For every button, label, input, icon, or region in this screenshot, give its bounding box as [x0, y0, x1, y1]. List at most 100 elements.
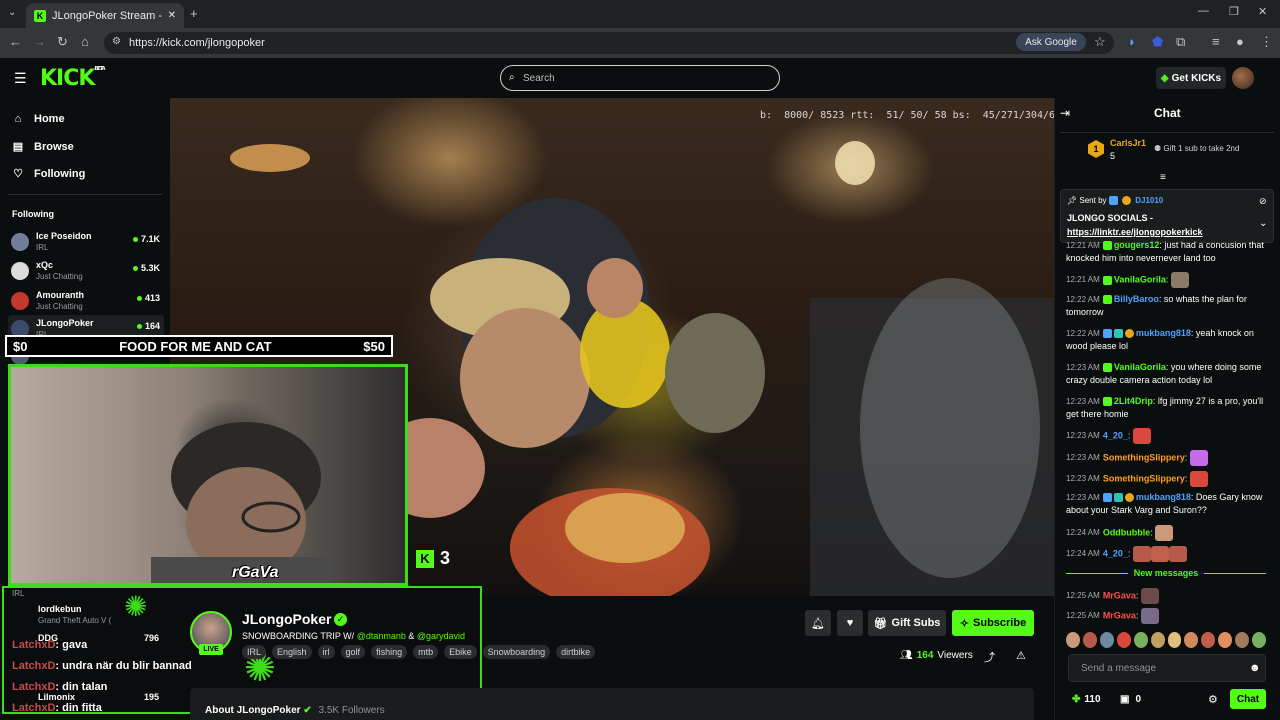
share-icon[interactable]: ⤴: [984, 649, 995, 665]
stream-tag[interactable]: fishing: [371, 645, 408, 659]
overlay-viewer-count: 195: [144, 692, 160, 702]
following-item[interactable]: Amouranth Just Chatting 413: [8, 287, 164, 313]
stream-tag[interactable]: mtb: [413, 645, 439, 659]
ask-google-label: Ask Google: [1025, 36, 1077, 48]
message-user[interactable]: Oddbubble: [1103, 527, 1151, 537]
emote-icon[interactable]: [1252, 632, 1267, 648]
emote-icon[interactable]: [1218, 632, 1233, 648]
gift-prompt[interactable]: ⚉ Gift 1 sub to take 2nd: [1154, 144, 1239, 153]
emote-icon[interactable]: [1167, 632, 1182, 648]
chat-message-input[interactable]: Send a message ☻: [1068, 654, 1266, 682]
emote-icon[interactable]: [1099, 632, 1114, 648]
message-user[interactable]: MrGava: [1103, 590, 1136, 600]
emote-icon[interactable]: [1235, 632, 1250, 648]
heart-icon: ♡: [13, 168, 23, 180]
report-icon[interactable]: ⚠: [1016, 649, 1026, 662]
stream-tag[interactable]: irl: [317, 645, 335, 659]
kick-logo-icon: K: [416, 549, 434, 568]
emote-icon[interactable]: [1082, 632, 1097, 648]
message-user[interactable]: gougers12: [1114, 240, 1160, 250]
message-user[interactable]: MrGava: [1103, 610, 1136, 620]
gift-subs-button[interactable]: 🎁︎ Gift Subs: [868, 610, 946, 636]
unpin-icon[interactable]: ⊘: [1259, 196, 1267, 207]
stream-tag[interactable]: dirtbike: [556, 645, 596, 659]
chat-drops[interactable]: ▣ 0: [1120, 694, 1141, 705]
emote-icon[interactable]: [1150, 632, 1165, 648]
message-time: 12:23 AM: [1066, 474, 1100, 484]
notification-bell-button[interactable]: 🔔︎: [805, 610, 831, 636]
message-user[interactable]: SomethingSlippery: [1103, 452, 1185, 462]
profile-icon[interactable]: ●: [1236, 34, 1244, 49]
sidebar-item-home[interactable]: ⌂ Home: [12, 113, 65, 125]
viewer-count: 413: [137, 293, 160, 303]
hamburger-menu-icon[interactable]: ☰: [14, 70, 27, 87]
tab-list-icon[interactable]: ⌄: [8, 7, 16, 18]
message-user[interactable]: VanilaGorila: [1114, 274, 1166, 284]
browser-tab[interactable]: K JLongoPoker Stream - Watch Li ✕: [26, 3, 184, 28]
emote-icon[interactable]: [1184, 632, 1199, 648]
back-icon[interactable]: ←: [9, 34, 22, 49]
stream-tag[interactable]: English: [272, 645, 312, 659]
stream-title-mention[interactable]: @dtanmanb: [357, 631, 406, 641]
pinned-link[interactable]: https://linktr.ee/jlongopokerkick: [1067, 227, 1203, 237]
message-time: 12:23 AM: [1066, 453, 1100, 463]
emote-icon[interactable]: [1201, 632, 1216, 648]
chevron-down-icon[interactable]: ⌄: [1259, 218, 1267, 229]
message-user[interactable]: BillyBaroo: [1114, 294, 1159, 304]
bookmark-star-icon[interactable]: ☆: [1094, 34, 1106, 50]
extensions-puzzle-icon[interactable]: ⧉: [1176, 34, 1185, 50]
message-text: :: [1150, 527, 1153, 538]
extension-icon[interactable]: ◗: [1128, 34, 1136, 49]
user-avatar[interactable]: [1232, 67, 1254, 89]
streamer-name[interactable]: JLongoPoker: [242, 611, 331, 627]
message-user[interactable]: mukbang818: [1136, 492, 1191, 502]
forward-icon[interactable]: →: [33, 34, 46, 49]
ask-google-button[interactable]: Ask Google: [1016, 33, 1086, 51]
minimize-icon[interactable]: —: [1198, 5, 1209, 17]
emoji-picker-icon[interactable]: ☻: [1249, 662, 1261, 674]
emote-icon[interactable]: [1116, 632, 1131, 648]
address-bar[interactable]: ⚙ https://kick.com/jlongopoker: [104, 32, 1114, 54]
subscribe-button[interactable]: ✧ Subscribe: [952, 610, 1034, 636]
emote-icon: [1189, 471, 1208, 487]
close-tab-icon[interactable]: ✕: [168, 10, 176, 21]
stream-tag[interactable]: Ebike: [444, 645, 477, 659]
shield-extension-icon[interactable]: ⬟: [1152, 34, 1163, 50]
close-window-icon[interactable]: ✕: [1258, 5, 1267, 18]
message-user[interactable]: SomethingSlippery: [1103, 473, 1185, 483]
follow-button[interactable]: ♥: [837, 610, 863, 636]
home-browser-icon[interactable]: ⌂: [81, 34, 89, 49]
pinned-toggle-icon[interactable]: ≡: [1160, 172, 1166, 183]
new-messages-divider[interactable]: New messages: [1066, 566, 1267, 580]
stream-tag[interactable]: IRL: [242, 645, 267, 659]
stream-title-mention[interactable]: @garydavid: [417, 631, 465, 641]
emote-icon[interactable]: [1133, 632, 1148, 648]
chat-settings-gear-icon[interactable]: ⚙: [1208, 693, 1218, 706]
channel-points[interactable]: ✤ 110: [1072, 694, 1101, 705]
get-kicks-button[interactable]: ◈ Get KICKs: [1156, 67, 1226, 89]
message-user[interactable]: VanilaGorila: [1114, 362, 1166, 372]
leader-name: CarlsJr1: [1110, 138, 1147, 148]
reload-icon[interactable]: ↻: [57, 34, 68, 50]
following-item[interactable]: xQc Just Chatting 5.3K: [8, 257, 164, 283]
browser-menu-icon[interactable]: ⋮: [1260, 34, 1273, 50]
media-control-icon[interactable]: ≡: [1212, 34, 1220, 49]
stream-tag[interactable]: Snowboarding: [482, 645, 551, 659]
search-input[interactable]: ⌕ Search: [500, 65, 780, 91]
overlay-channel-category: Grand Theft Auto V (: [38, 616, 112, 625]
following-item[interactable]: Ice Poseidon IRL 7.1K: [8, 228, 164, 254]
collapse-chat-icon[interactable]: ⇥: [1060, 106, 1070, 120]
stream-tag[interactable]: golf: [340, 645, 366, 659]
message-user[interactable]: 4_20_: [1103, 430, 1128, 440]
restore-icon[interactable]: ❐: [1229, 5, 1239, 18]
emote-icon[interactable]: [1066, 632, 1080, 648]
sidebar-item-browse[interactable]: ▤ Browse: [12, 140, 74, 154]
chat-send-button[interactable]: Chat: [1230, 689, 1266, 709]
message-user[interactable]: 2Lit4Drip: [1114, 396, 1153, 406]
message-user[interactable]: 4_20_: [1103, 548, 1128, 558]
message-user[interactable]: mukbang818: [1136, 328, 1191, 338]
site-info-icon[interactable]: ⚙: [112, 36, 121, 47]
kick-logo[interactable]: KICKBETA: [40, 66, 106, 91]
new-tab-icon[interactable]: +: [190, 6, 198, 21]
sidebar-item-following[interactable]: ♡ Following: [12, 167, 85, 181]
